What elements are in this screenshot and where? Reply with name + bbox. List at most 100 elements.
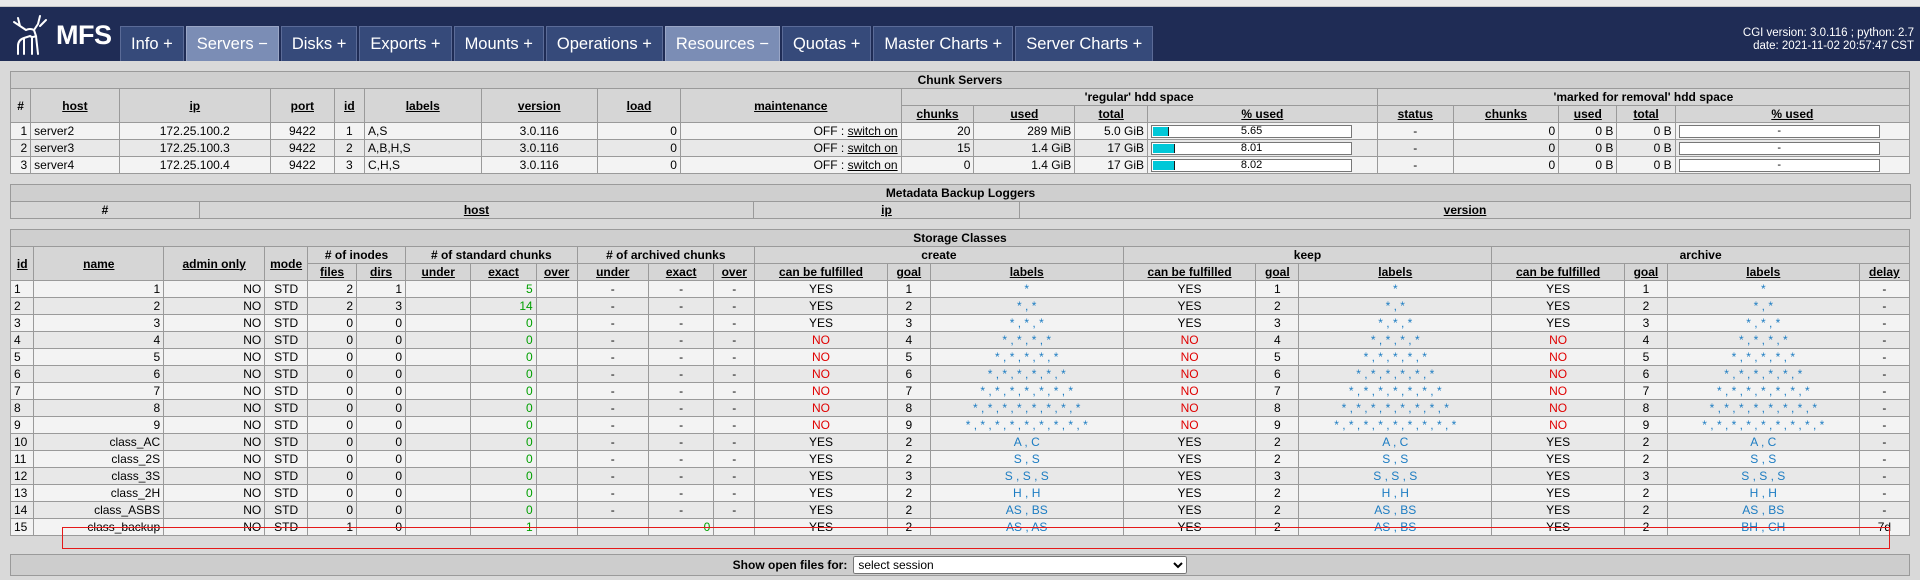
mfs-logo[interactable]: MFS: [10, 13, 112, 57]
sc-col-keep-labels[interactable]: labels: [1298, 263, 1493, 281]
sc-archive-goal-cell: 2: [1623, 501, 1668, 519]
col-removal-status[interactable]: status: [1376, 105, 1454, 123]
cs-maintenance-cell: OFF : switch on: [679, 122, 902, 140]
ml-col-host[interactable]: host: [199, 201, 754, 219]
sc-std-over-cell: [535, 314, 578, 332]
cs-pct-cell: 8.01: [1147, 139, 1378, 157]
sc-arch-over-cell: -: [713, 467, 756, 485]
col-ip[interactable]: ip: [118, 88, 271, 123]
sc-arch-over-cell: -: [713, 280, 756, 298]
sc-col-archive-labels[interactable]: labels: [1666, 263, 1860, 281]
col-total[interactable]: total: [1074, 105, 1149, 123]
col-id[interactable]: id: [333, 88, 365, 123]
table-row: 8 8 NO STD 0 0 0- - - NO 8 * , * , * , * , * , * , …: [9, 399, 1911, 417]
tab-master-charts[interactable]: Master Charts +: [873, 26, 1014, 61]
ml-col-ip[interactable]: ip: [753, 201, 1020, 219]
sc-std-under-cell: [405, 297, 472, 315]
sc-archive-fulfilled-cell: YES: [1491, 484, 1625, 502]
cs-removal-status-cell: -: [1376, 139, 1454, 157]
sc-create-goal-cell: 2: [886, 501, 931, 519]
sc-std-exact-cell: 0: [470, 382, 537, 400]
sc-files-cell: 0: [307, 365, 358, 383]
sc-name-cell: 2: [33, 297, 165, 315]
col-labels[interactable]: labels: [363, 88, 482, 123]
ml-col-version[interactable]: version: [1019, 201, 1911, 219]
sc-arch-over-cell: -: [713, 348, 756, 366]
sc-id-cell: 4: [9, 331, 35, 349]
col-used[interactable]: used: [973, 105, 1076, 123]
sc-col-mode[interactable]: mode: [264, 246, 309, 281]
tab-server-charts[interactable]: Server Charts +: [1015, 26, 1154, 61]
table-row: 12 class_3S NO STD 0 0 0- - - YES 3 S , S , S YES 3 S …: [9, 467, 1911, 485]
sc-keep-fulfilled-cell: NO: [1122, 348, 1257, 366]
sc-mode-cell: STD: [264, 331, 309, 349]
sc-col-keep-goal[interactable]: goal: [1255, 263, 1300, 281]
sc-col-arch-over[interactable]: over: [713, 263, 756, 281]
sc-arch-over-cell: -: [713, 365, 756, 383]
col-port[interactable]: port: [269, 88, 335, 123]
sc-dirs-cell: 0: [356, 484, 407, 502]
tab-servers[interactable]: Servers −: [185, 26, 279, 61]
sc-name-cell: 4: [33, 331, 165, 349]
sc-name-cell: 8: [33, 399, 165, 417]
sc-col-arch-under[interactable]: under: [576, 263, 650, 281]
sc-col-create-goal[interactable]: goal: [886, 263, 931, 281]
sc-arch-under-cell: -: [576, 331, 650, 349]
sc-col-dirs[interactable]: dirs: [356, 263, 407, 281]
tab-operations[interactable]: Operations +: [545, 26, 663, 61]
sc-id-cell: 3: [9, 314, 35, 332]
cs-removal-used-cell: 0 B: [1558, 139, 1618, 157]
col-version[interactable]: version: [480, 88, 599, 123]
sc-col-admin-only[interactable]: admin only: [163, 246, 266, 281]
tab-exports[interactable]: Exports +: [359, 26, 452, 61]
col-host[interactable]: host: [30, 88, 120, 123]
col-removal-total[interactable]: total: [1616, 105, 1676, 123]
sc-col-archive-goal[interactable]: goal: [1623, 263, 1668, 281]
col-removal-pct-used[interactable]: % used: [1674, 105, 1911, 123]
col-chunks[interactable]: chunks: [900, 105, 975, 123]
sc-std-under-cell: [405, 280, 472, 298]
sc-col-id[interactable]: id: [9, 246, 35, 281]
col-removal-used[interactable]: used: [1558, 105, 1618, 123]
tab-disks[interactable]: Disks +: [280, 26, 358, 61]
sc-col-create-fulfilled[interactable]: can be fulfilled: [754, 263, 888, 281]
cs-removal-total-cell: 0 B: [1616, 156, 1676, 174]
sc-id-cell: 7: [9, 382, 35, 400]
sc-mode-cell: STD: [264, 450, 309, 468]
session-select[interactable]: select session: [853, 556, 1188, 574]
col-pct-used[interactable]: % used: [1147, 105, 1378, 123]
tab-mounts[interactable]: Mounts +: [453, 26, 544, 61]
tab-resources[interactable]: Resources −: [664, 26, 780, 61]
col-maintenance[interactable]: maintenance: [679, 88, 902, 123]
switch-on-link[interactable]: switch on: [848, 158, 898, 172]
tab-info[interactable]: Info +: [120, 26, 184, 61]
sc-archive-labels-cell: *: [1666, 280, 1860, 298]
table-row: 3 3 NO STD 0 0 0- - - YES 3 * , * , * YES 3 * , * , * Y…: [9, 314, 1911, 332]
sc-col-std-under[interactable]: under: [405, 263, 472, 281]
sc-col-std-over[interactable]: over: [535, 263, 578, 281]
col-load[interactable]: load: [597, 88, 681, 123]
sc-col-create-labels[interactable]: labels: [929, 263, 1124, 281]
sc-create-fulfilled-cell: YES: [754, 280, 888, 298]
sc-archive-goal-cell: 4: [1623, 331, 1668, 349]
sc-archive-goal-cell: 2: [1623, 518, 1668, 536]
cs-labels-cell: C,H,S: [363, 156, 482, 174]
sc-col-delay[interactable]: delay: [1858, 263, 1911, 281]
cs-removal-status-cell: -: [1376, 156, 1454, 174]
sc-col-name[interactable]: name: [33, 246, 165, 281]
tab-quotas[interactable]: Quotas +: [781, 26, 872, 61]
sc-col-arch-exact[interactable]: exact: [647, 263, 715, 281]
sc-col-files[interactable]: files: [307, 263, 358, 281]
sc-dirs-cell: 3: [356, 297, 407, 315]
sc-col-archive-fulfilled[interactable]: can be fulfilled: [1491, 263, 1625, 281]
sc-arch-exact-cell: -: [647, 314, 715, 332]
switch-on-link[interactable]: switch on: [848, 124, 898, 138]
sc-name-cell: class_2H: [33, 484, 165, 502]
sc-files-cell: 0: [307, 331, 358, 349]
sc-col-std-exact[interactable]: exact: [470, 263, 537, 281]
sc-delay-cell: -: [1858, 433, 1911, 451]
sc-col-keep-fulfilled[interactable]: can be fulfilled: [1122, 263, 1257, 281]
sc-arch-under-cell: -: [576, 467, 650, 485]
col-removal-chunks[interactable]: chunks: [1452, 105, 1560, 123]
switch-on-link[interactable]: switch on: [848, 141, 898, 155]
